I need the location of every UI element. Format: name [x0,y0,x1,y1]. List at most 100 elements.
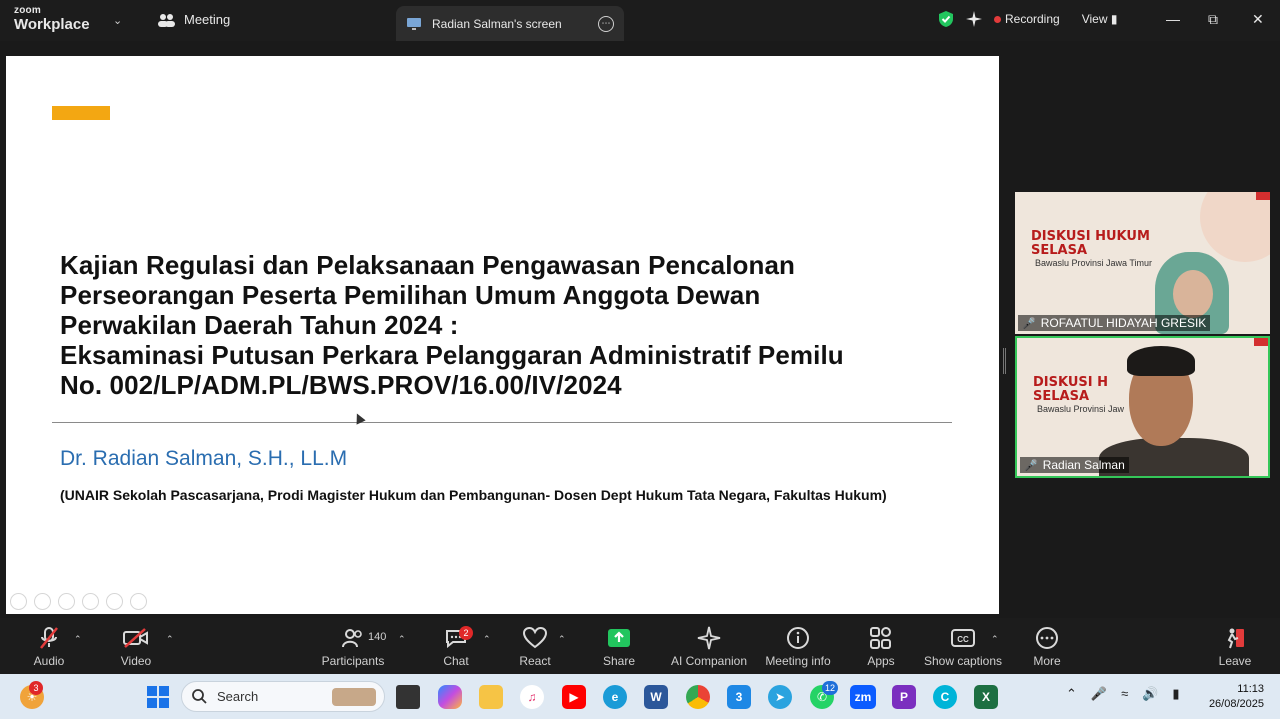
minimize-icon[interactable]: — [1166,11,1180,27]
file-explorer-icon[interactable] [479,685,503,709]
tab-meeting-label: Meeting [184,12,231,27]
battery-icon[interactable]: ▮ [1172,686,1179,702]
recording-indicator[interactable]: Recording [994,12,1060,26]
participant-video-tile[interactable]: DISKUSI HUKUM SELASA Bawaslu Provinsi Ja… [1015,192,1270,334]
word-icon[interactable]: W [644,685,668,709]
meeting-info-button[interactable]: Meeting info [764,618,832,674]
banner-decoration [1200,192,1270,262]
meeting-info-label: Meeting info [765,653,831,668]
chat-options-icon[interactable]: ⌃ [483,634,491,645]
more-label: More [1033,653,1061,668]
ai-companion-button[interactable]: AI Companion [670,618,748,674]
participants-button[interactable]: Participants [322,618,384,674]
banner-title-line2: SELASA [1033,389,1090,404]
youtube-icon[interactable]: ▶ [562,685,586,709]
video-options-icon[interactable]: ⌃ [166,634,174,645]
mic-muted-icon: 🎤 [1022,317,1036,330]
chevron-down-icon[interactable]: ⌄ [113,14,122,27]
chrome-icon[interactable] [686,685,710,709]
participant-face [1173,270,1213,318]
slide-title: Kajian Regulasi dan Pelaksanaan Pengawas… [60,250,960,400]
slide-title-line: Perwakilan Daerah Tahun 2024 : [60,310,459,340]
panel-resize-handle[interactable] [1003,348,1006,374]
video-button[interactable]: Video [118,618,154,674]
banner-subtitle: Bawaslu Provinsi Jaw [1037,404,1125,414]
banner-title: DISKUSI H SELASA [1033,376,1108,404]
slide-author: Dr. Radian Salman, S.H., LL.M [60,447,348,470]
share-button[interactable]: Share [600,618,638,674]
tray-mic-icon[interactable]: 🎤 [1091,686,1107,702]
slide-affiliation: (UNAIR Sekolah Pascasarjana, Prodi Magis… [60,487,887,503]
apps-icon [870,626,891,649]
more-button[interactable]: More [1030,618,1064,674]
tray-chevron-icon[interactable]: ⌃ [1066,686,1077,702]
meeting-toolbar: Audio ⌃ Video ⌃ Participants 140 ⌃ Chat … [0,618,1280,674]
layout-icon: ▮ [1110,12,1118,26]
banner-corner [1254,338,1268,346]
slides-grid-icon[interactable] [82,593,99,610]
copilot-icon[interactable] [438,685,462,709]
people-icon [158,13,175,27]
mic-muted-icon [40,626,58,649]
prev-slide-icon[interactable] [10,593,27,610]
weather-badge: 3 [29,681,43,695]
volume-icon[interactable]: 🔊 [1142,686,1158,702]
audio-label: Audio [33,653,65,668]
wifi-icon[interactable]: ≈ [1121,686,1128,702]
apps-button[interactable]: Apps [866,618,896,674]
chat-unread-badge: 2 [459,626,473,640]
banner-title-line2: SELASA [1031,243,1088,258]
tab-meeting[interactable]: Meeting [158,12,230,27]
zoom-slide-icon[interactable] [106,593,123,610]
participant-name: ROFAATUL HIDAYAH GRESIK [1040,316,1207,330]
ai-companion-label: AI Companion [670,653,748,668]
pdf-app-icon[interactable]: P [892,685,916,709]
audio-options-icon[interactable]: ⌃ [74,634,82,645]
app-three-icon[interactable]: 3 [727,685,751,709]
telegram-icon[interactable]: ➤ [768,685,792,709]
react-button[interactable]: React [518,618,552,674]
participant-video-tile-active[interactable]: DISKUSI H SELASA Bawaslu Provinsi Jaw 🎤 … [1015,336,1270,478]
react-options-icon[interactable]: ⌃ [558,634,566,645]
task-view-icon[interactable] [396,685,420,709]
tab-shared-screen[interactable]: Radian Salman's screen ⋯ [396,6,624,41]
more-options-icon[interactable]: ⋯ [598,15,614,32]
restore-icon[interactable]: ⧉ [1208,11,1218,28]
slide-more-icon[interactable] [130,593,147,610]
participants-icon [342,628,362,647]
ai-sparkle-icon[interactable] [966,11,982,27]
chat-label: Chat [443,653,469,668]
show-captions-button[interactable]: CC Show captions [924,618,1002,674]
heart-icon [523,626,547,648]
tab-shared-screen-label: Radian Salman's screen [432,16,562,31]
leave-button[interactable]: Leave [1218,618,1252,674]
banner-subtitle: Bawaslu Provinsi Jawa Timur [1035,258,1153,268]
shield-check-icon[interactable] [938,10,954,28]
slide-title-line: Eksaminasi Putusan Perkara Pelanggaran A… [60,340,844,370]
browser-c-icon[interactable]: C [933,685,957,709]
slide-accent-bar [52,106,110,120]
excel-icon[interactable]: X [974,685,998,709]
audio-button[interactable]: Audio [30,618,68,674]
itunes-icon[interactable]: ♫ [520,685,544,709]
edge-icon[interactable]: e [603,685,627,709]
taskbar-clock[interactable]: 11:13 26/08/2025 [1200,682,1264,712]
close-icon[interactable]: ✕ [1252,11,1264,28]
pen-icon[interactable] [58,593,75,610]
share-screen-icon [608,628,630,647]
shared-slide: Kajian Regulasi dan Pelaksanaan Pengawas… [6,56,999,614]
zoom-taskbar-icon[interactable]: zm [850,685,876,709]
search-icon [192,689,207,704]
participant-name-tag: 🎤 Radian Salman [1020,457,1129,473]
captions-icon: CC [951,628,975,647]
apps-label: Apps [867,653,895,668]
title-bar: zoom Workplace ⌄ Meeting Radian Salman's… [0,0,1280,41]
next-slide-icon[interactable] [34,593,51,610]
taskbar-search[interactable]: Search [181,681,385,712]
participants-options-icon[interactable]: ⌃ [398,634,406,645]
banner-title: DISKUSI HUKUM SELASA [1031,230,1150,258]
zoom-logo[interactable]: zoom Workplace [14,6,90,33]
captions-options-icon[interactable]: ⌃ [991,634,999,645]
windows-start-icon[interactable] [146,685,170,709]
view-button[interactable]: View ▮ [1082,12,1118,26]
